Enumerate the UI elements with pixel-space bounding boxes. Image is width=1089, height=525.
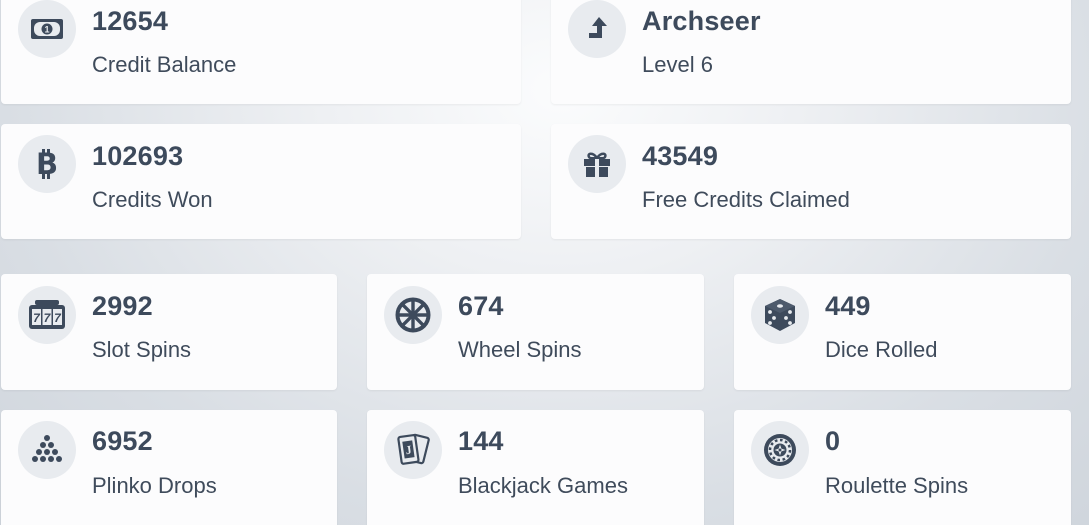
level-up-icon: [568, 0, 626, 58]
blackjack-games-label: Blackjack Games: [458, 473, 628, 498]
credits-won-value: 102693: [92, 141, 184, 171]
dice-rolled-label: Dice Rolled: [825, 337, 938, 362]
dice-rolled-card: 449 Dice Rolled: [734, 274, 1071, 390]
wheel-spins-card: 674 Wheel Spins: [367, 274, 704, 390]
blackjack-games-value: 144: [458, 426, 504, 456]
bitcoin-icon: B: [18, 135, 76, 193]
wheel-icon: [384, 286, 442, 344]
credits-won-card: B 102693 Credits Won: [1, 124, 521, 239]
wheel-spins-value: 674: [458, 291, 504, 321]
roulette-spins-label: Roulette Spins: [825, 473, 969, 498]
slot-machine-icon: 7 7 7: [18, 286, 76, 344]
free-credits-value: 43549: [642, 141, 719, 171]
plinko-drops-label: Plinko Drops: [92, 473, 217, 498]
credit-balance-card: 1 12654 Credit Balance: [1, 0, 521, 104]
player-name: Archseer: [642, 6, 761, 36]
slot-spins-value: 2992: [92, 291, 153, 321]
plinko-icon: [18, 421, 76, 479]
dice-icon: [751, 286, 809, 344]
blackjack-games-card: J 144 Blackjack Games: [367, 410, 704, 525]
gift-icon: [568, 135, 626, 193]
roulette-icon: [751, 421, 809, 479]
credits-won-label: Credits Won: [92, 187, 213, 212]
roulette-spins-card: 0 Roulette Spins: [734, 410, 1071, 525]
wheel-spins-label: Wheel Spins: [458, 337, 582, 362]
money-bill-icon: 1: [18, 0, 76, 58]
playing-cards-icon: J: [384, 421, 442, 479]
roulette-spins-value: 0: [825, 426, 841, 456]
svg-text:1: 1: [44, 25, 49, 35]
credit-balance-label: Credit Balance: [92, 52, 237, 77]
plinko-drops-card: 6952 Plinko Drops: [1, 410, 337, 525]
credit-balance-value: 12654: [92, 6, 169, 36]
player-level-card: Archseer Level 6: [551, 0, 1071, 104]
plinko-drops-value: 6952: [92, 426, 153, 456]
slot-spins-card: 7 7 7 2992 Slot Spins: [1, 274, 337, 390]
free-credits-label: Free Credits Claimed: [642, 187, 850, 212]
dice-rolled-value: 449: [825, 291, 871, 321]
slot-spins-label: Slot Spins: [92, 337, 192, 362]
player-level-label: Level 6: [642, 52, 713, 77]
free-credits-card: 43549 Free Credits Claimed: [551, 124, 1071, 239]
